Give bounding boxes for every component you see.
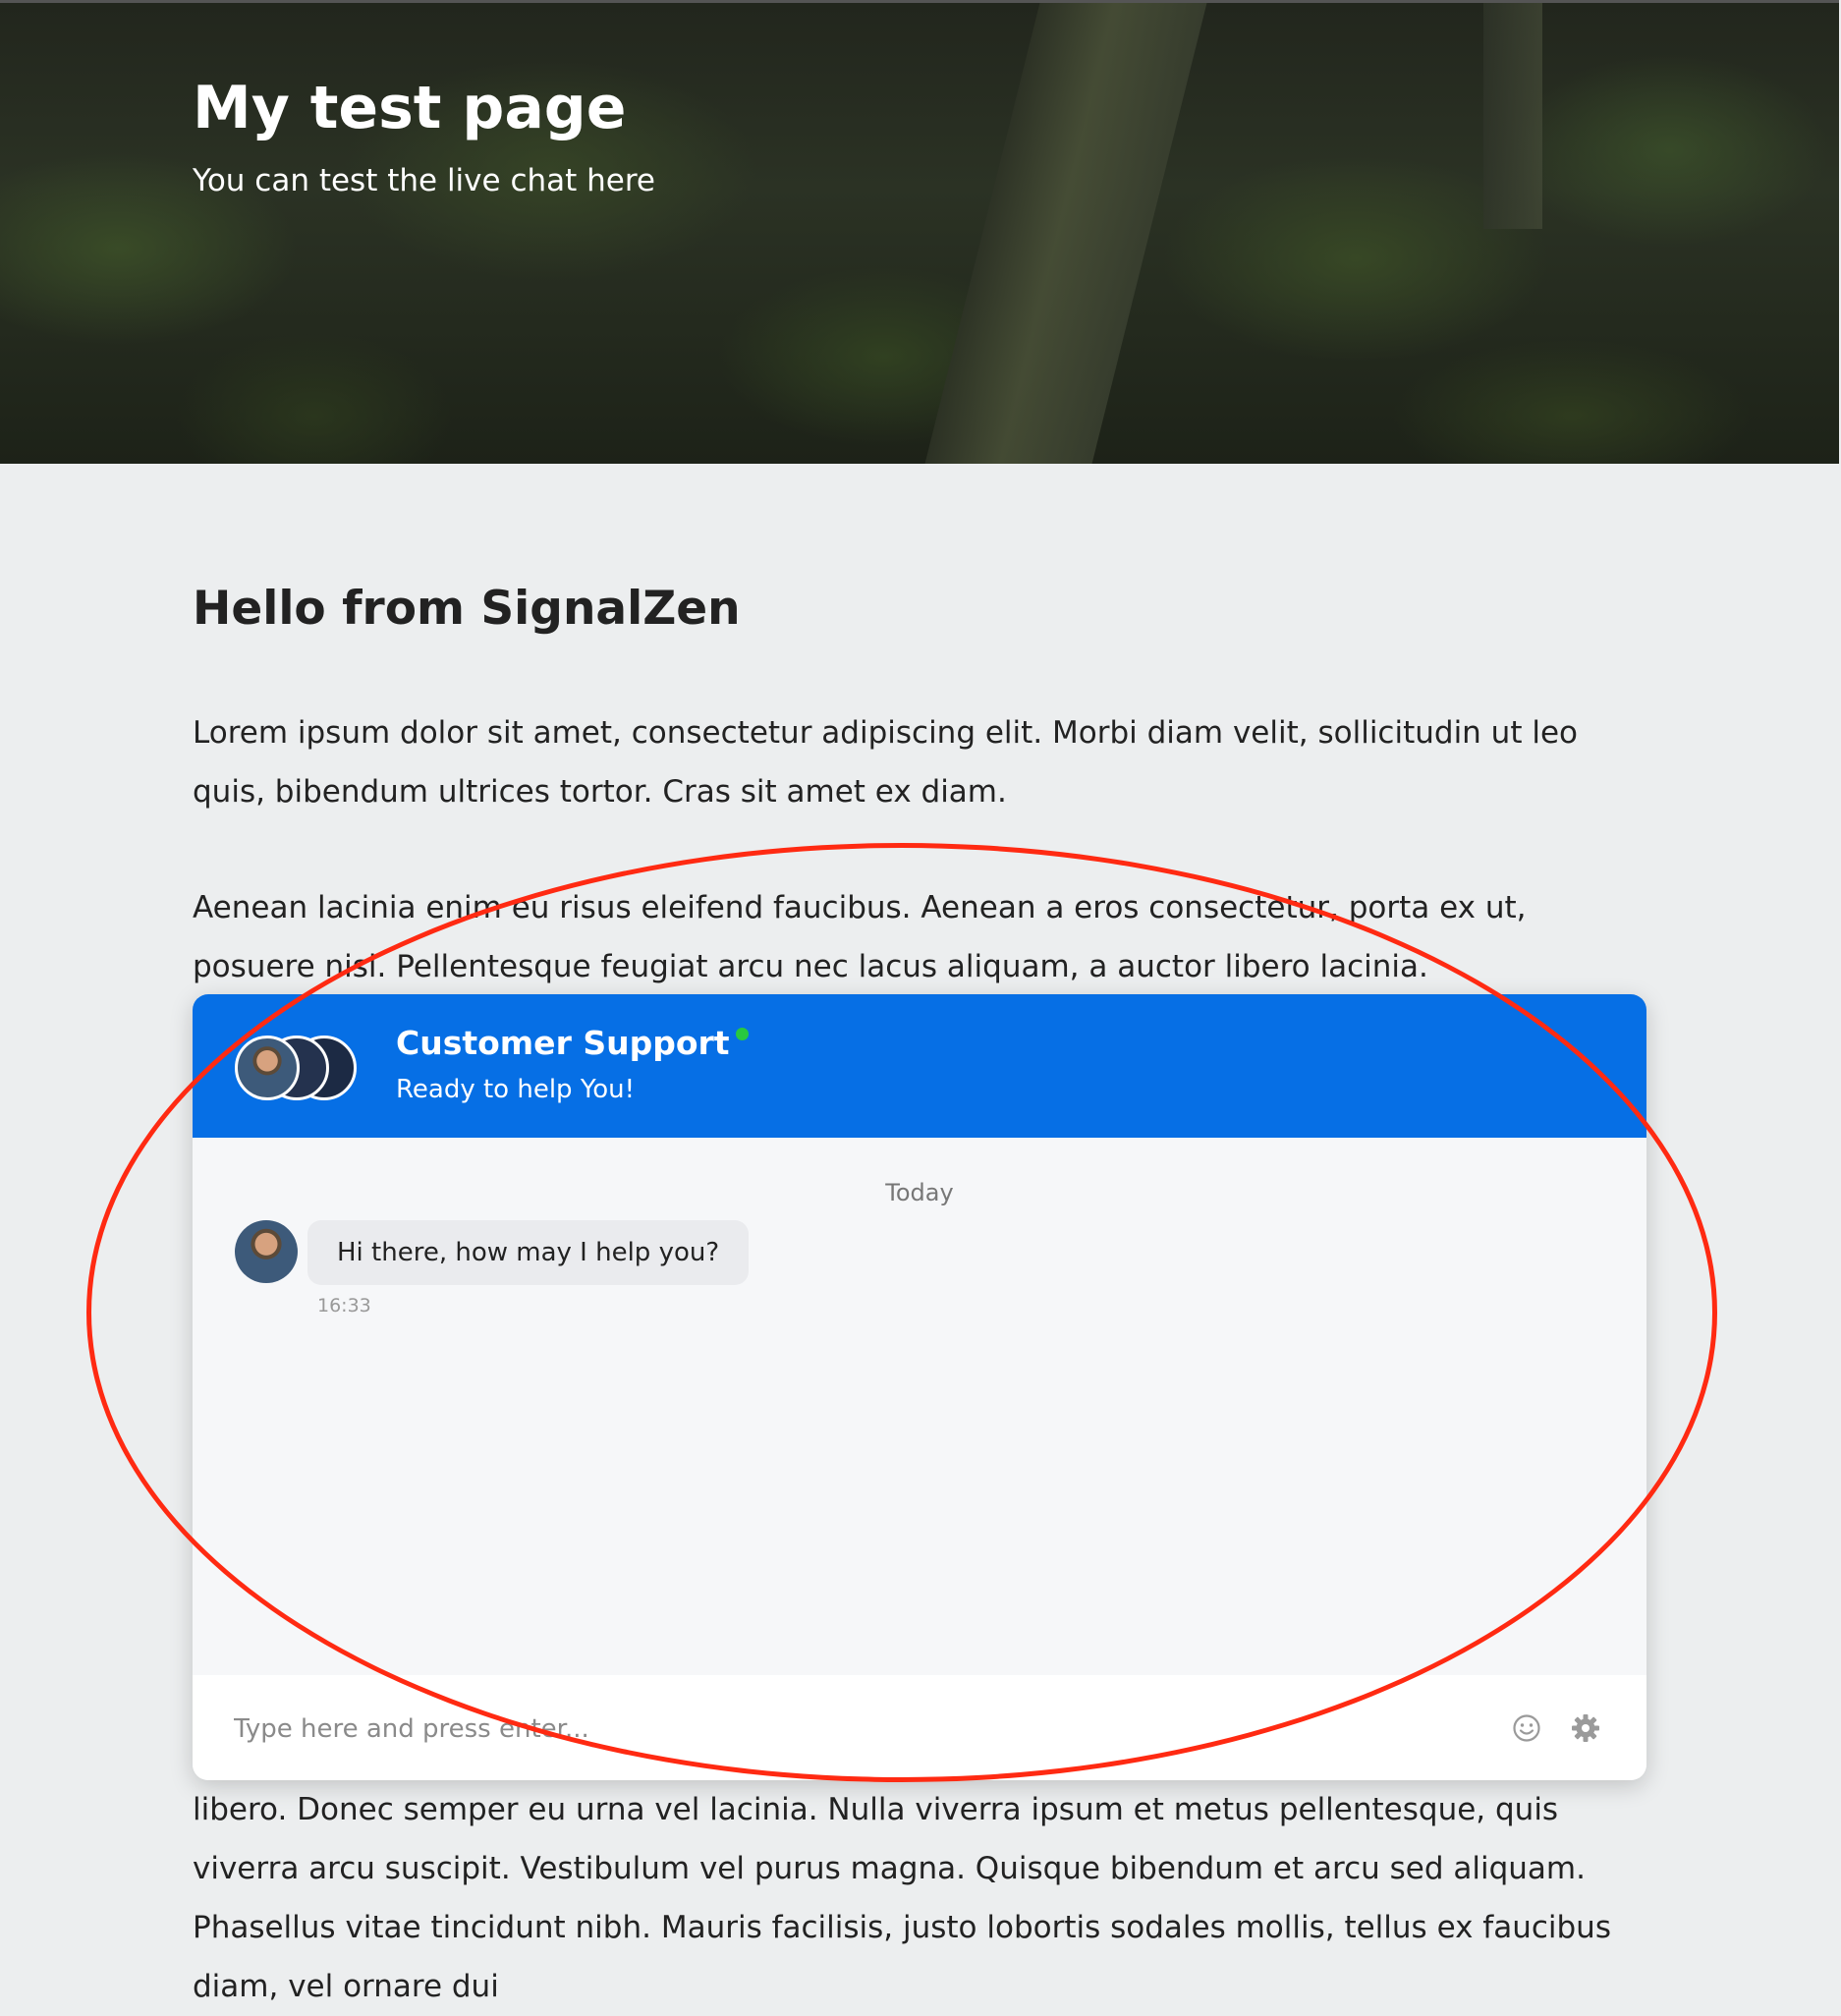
avatar xyxy=(235,1220,298,1283)
chat-header[interactable]: Customer Support Ready to help You! xyxy=(193,994,1646,1138)
chat-agent-name: Customer Support xyxy=(396,1024,749,1062)
tree-trunk-decoration xyxy=(1483,3,1542,229)
avatar xyxy=(235,1036,300,1100)
body-paragraph: Aenean lacinia enim eu risus eleifend fa… xyxy=(193,890,1527,984)
gear-icon xyxy=(1572,1714,1599,1742)
settings-button[interactable] xyxy=(1568,1710,1603,1746)
emoji-button[interactable] xyxy=(1509,1710,1544,1746)
section-heading: Hello from SignalZen xyxy=(193,582,741,636)
agent-name-text: Customer Support xyxy=(396,1024,730,1062)
agent-avatar-stack xyxy=(235,1036,363,1100)
message-input[interactable] xyxy=(232,1699,1434,1760)
message-timestamp: 16:33 xyxy=(317,1295,371,1316)
hero-banner: My test page You can test the live chat … xyxy=(0,0,1839,464)
online-status-dot xyxy=(735,1028,749,1040)
body-paragraph: Lorem ipsum dolor sit amet, consectetur … xyxy=(193,715,1578,810)
chat-status-text: Ready to help You! xyxy=(396,1075,636,1104)
page-title: My test page xyxy=(193,74,627,142)
chat-widget: Customer Support Ready to help You! Toda… xyxy=(193,994,1646,1780)
message-composer xyxy=(193,1675,1646,1780)
body-paragraph: libero. Donec semper eu urna vel lacinia… xyxy=(193,1792,1611,2004)
tree-trunk-decoration xyxy=(924,3,1207,464)
day-divider: Today xyxy=(885,1179,954,1206)
message-bubble: Hi there, how may I help you? xyxy=(307,1220,750,1285)
emoji-icon xyxy=(1513,1714,1540,1742)
page-subtitle: You can test the live chat here xyxy=(193,163,655,198)
